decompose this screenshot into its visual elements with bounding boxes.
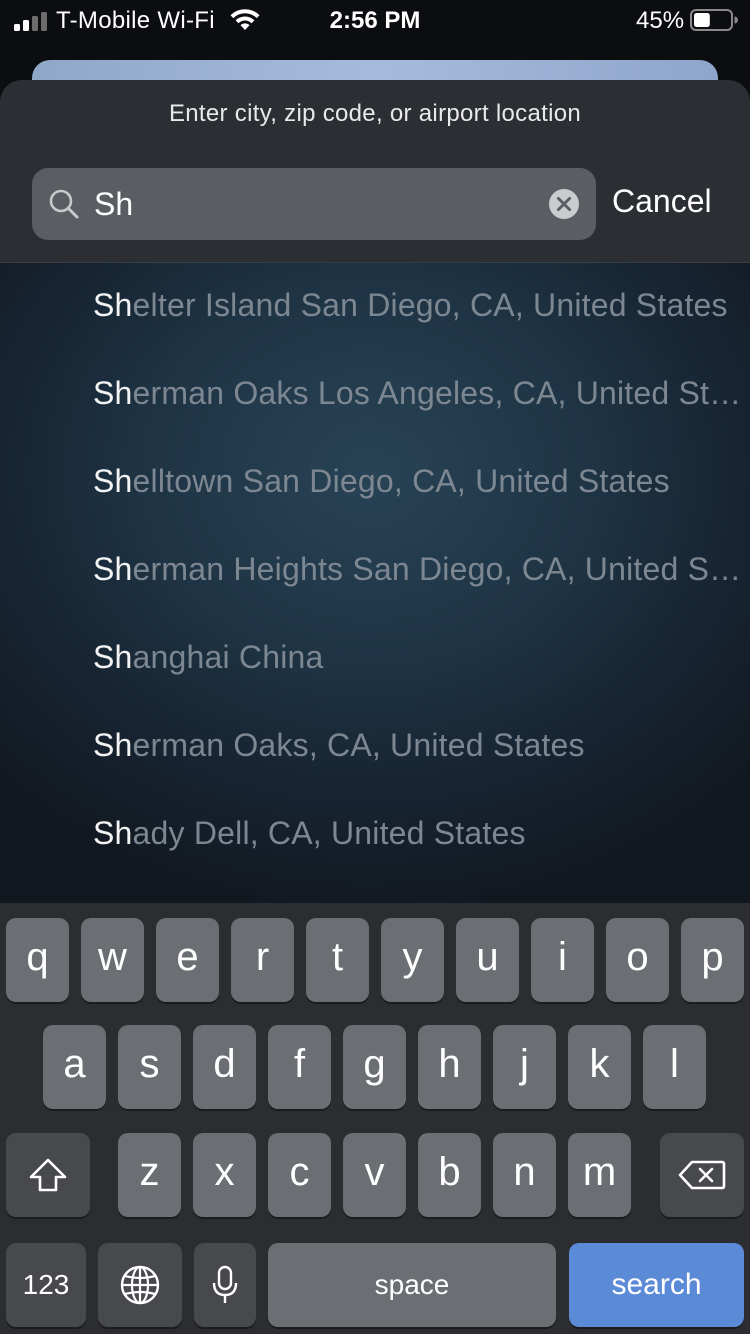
key-h[interactable]: h: [418, 1025, 481, 1109]
result-rest-text: erman Oaks, CA, United States: [132, 727, 585, 763]
microphone-icon: [212, 1265, 238, 1303]
result-match-text: Sh: [93, 551, 133, 587]
key-z[interactable]: z: [118, 1133, 181, 1217]
key-o[interactable]: o: [606, 918, 669, 1002]
backspace-icon: [678, 1160, 726, 1190]
key-x[interactable]: x: [193, 1133, 256, 1217]
key-g[interactable]: g: [343, 1025, 406, 1109]
result-match-text: Sh: [93, 639, 133, 675]
result-rest-text: ady Dell, CA, United States: [132, 815, 526, 851]
key-m[interactable]: m: [568, 1133, 631, 1217]
key-k[interactable]: k: [568, 1025, 631, 1109]
key-r[interactable]: r: [231, 918, 294, 1002]
result-item[interactable]: Shelter Island San Diego, CA, United Sta…: [93, 275, 750, 335]
search-icon: [49, 189, 79, 219]
key-w[interactable]: w: [81, 918, 144, 1002]
search-bar[interactable]: [32, 168, 596, 240]
numbers-key[interactable]: 123: [6, 1243, 86, 1327]
key-l[interactable]: l: [643, 1025, 706, 1109]
key-y[interactable]: y: [381, 918, 444, 1002]
result-rest-text: erman Oaks Los Angeles, CA, United State…: [132, 375, 750, 411]
key-i[interactable]: i: [531, 918, 594, 1002]
battery-percentage: 45%: [636, 7, 685, 34]
status-bar: T-Mobile Wi-Fi 2:56 PM 45%: [0, 0, 750, 42]
result-match-text: Sh: [93, 375, 133, 411]
search-input[interactable]: [94, 182, 534, 226]
key-e[interactable]: e: [156, 918, 219, 1002]
key-t[interactable]: t: [306, 918, 369, 1002]
key-a[interactable]: a: [43, 1025, 106, 1109]
cancel-button[interactable]: Cancel: [612, 183, 712, 220]
screen: T-Mobile Wi-Fi 2:56 PM 45% Enter city, z…: [0, 0, 750, 1334]
sheet-header: Enter city, zip code, or airport locatio…: [0, 80, 750, 263]
key-q[interactable]: q: [6, 918, 69, 1002]
result-rest-text: anghai China: [132, 639, 324, 675]
key-v[interactable]: v: [343, 1133, 406, 1217]
keyboard: q w e r t y u i o p a s d f g h j k l z …: [0, 903, 750, 1334]
result-match-text: Sh: [93, 287, 133, 323]
globe-key[interactable]: [98, 1243, 182, 1327]
result-rest-text: elltown San Diego, CA, United States: [132, 463, 670, 499]
shift-key[interactable]: [6, 1133, 90, 1217]
search-prompt: Enter city, zip code, or airport locatio…: [168, 100, 582, 127]
key-n[interactable]: n: [493, 1133, 556, 1217]
result-rest-text: elter Island San Diego, CA, United State…: [132, 287, 728, 323]
result-item[interactable]: Shanghai China: [93, 627, 750, 687]
key-s[interactable]: s: [118, 1025, 181, 1109]
result-item[interactable]: Sherman Heights San Diego, CA, United St…: [93, 539, 750, 599]
shift-icon: [29, 1158, 67, 1192]
search-key[interactable]: search: [569, 1243, 744, 1327]
result-item[interactable]: Shady Dell, CA, United States: [93, 803, 750, 863]
result-item[interactable]: Sherman Oaks, CA, United States: [93, 715, 750, 775]
result-match-text: Sh: [93, 727, 133, 763]
key-p[interactable]: p: [681, 918, 744, 1002]
results-list: Shelter Island San Diego, CA, United Sta…: [0, 263, 750, 903]
key-f[interactable]: f: [268, 1025, 331, 1109]
result-match-text: Sh: [93, 815, 133, 851]
clear-text-icon[interactable]: [548, 188, 580, 220]
space-key[interactable]: space: [268, 1243, 556, 1327]
result-match-text: Sh: [93, 463, 133, 499]
delete-key[interactable]: [660, 1133, 744, 1217]
key-d[interactable]: d: [193, 1025, 256, 1109]
result-item[interactable]: Sherman Oaks Los Angeles, CA, United Sta…: [93, 363, 750, 423]
battery-icon: [690, 9, 738, 31]
key-j[interactable]: j: [493, 1025, 556, 1109]
result-rest-text: erman Heights San Diego, CA, United Stat…: [132, 551, 750, 587]
key-u[interactable]: u: [456, 918, 519, 1002]
globe-icon: [120, 1265, 160, 1305]
dictation-key[interactable]: [194, 1243, 256, 1327]
key-b[interactable]: b: [418, 1133, 481, 1217]
result-item[interactable]: Shelltown San Diego, CA, United States: [93, 451, 750, 511]
key-c[interactable]: c: [268, 1133, 331, 1217]
